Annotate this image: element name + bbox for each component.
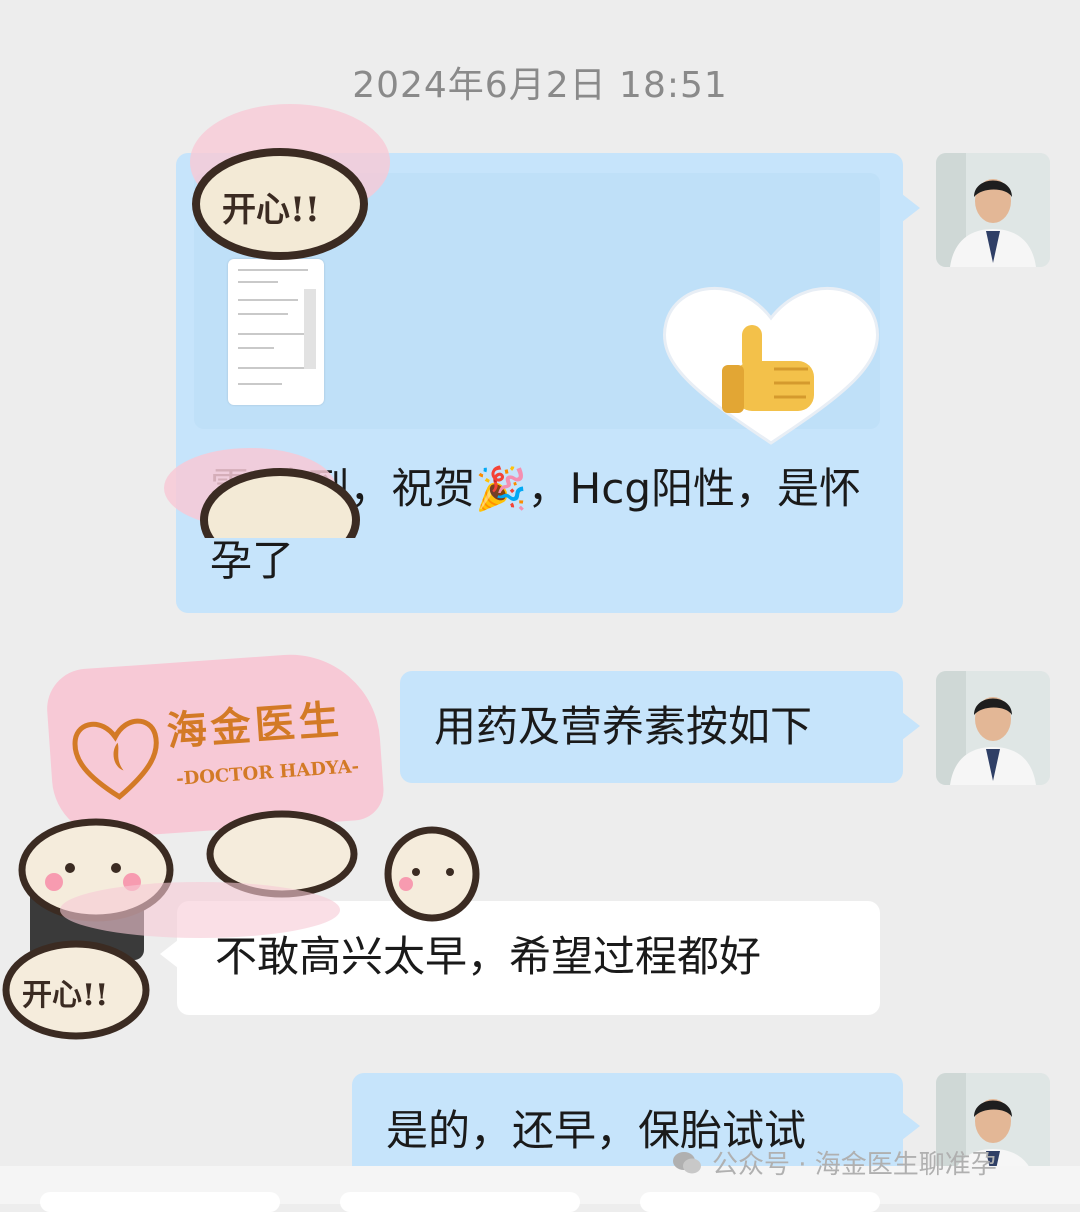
doctor-avatar[interactable] bbox=[936, 671, 1050, 785]
message-bubble-2[interactable]: 用药及营养素按如下 bbox=[400, 671, 903, 783]
message-text-1: 零 收到，祝贺🎉，Hcg阳性，是怀孕了 bbox=[210, 464, 861, 585]
quoted-image-card[interactable] bbox=[194, 173, 880, 445]
logo-title: 海金医生 bbox=[165, 696, 345, 756]
happy-sticker-bottom-label: 开心!! bbox=[22, 978, 109, 1013]
patient-avatar[interactable] bbox=[30, 846, 144, 960]
report-thumbnail[interactable] bbox=[228, 259, 324, 405]
message-bubble-3[interactable]: 不敢高兴太早，希望过程都好 bbox=[177, 901, 880, 1015]
doctor-avatar[interactable] bbox=[936, 153, 1050, 267]
heart-logo-icon bbox=[72, 718, 159, 800]
wechat-icon bbox=[673, 1151, 701, 1173]
message-text-3: 不敢高兴太早，希望过程都好 bbox=[215, 932, 762, 981]
watermark-text: 公众号 · 海金医生聊准孕 bbox=[712, 1150, 997, 1180]
message-bubble-1[interactable]: 零 收到，祝贺🎉，Hcg阳性，是怀孕了 bbox=[176, 153, 903, 613]
watermark: 公众号 · 海金医生聊准孕 bbox=[672, 1144, 997, 1181]
thumbs-up-heart-sticker bbox=[663, 286, 879, 445]
doctor-logo-sticker: 海金医生 -DOCTOR HADYA- bbox=[44, 648, 386, 842]
logo-subtitle: -DOCTOR HADYA- bbox=[175, 756, 360, 790]
chat-timestamp: 2024年6月2日 18:51 bbox=[352, 65, 728, 106]
message-text-2: 用药及营养素按如下 bbox=[434, 702, 813, 751]
